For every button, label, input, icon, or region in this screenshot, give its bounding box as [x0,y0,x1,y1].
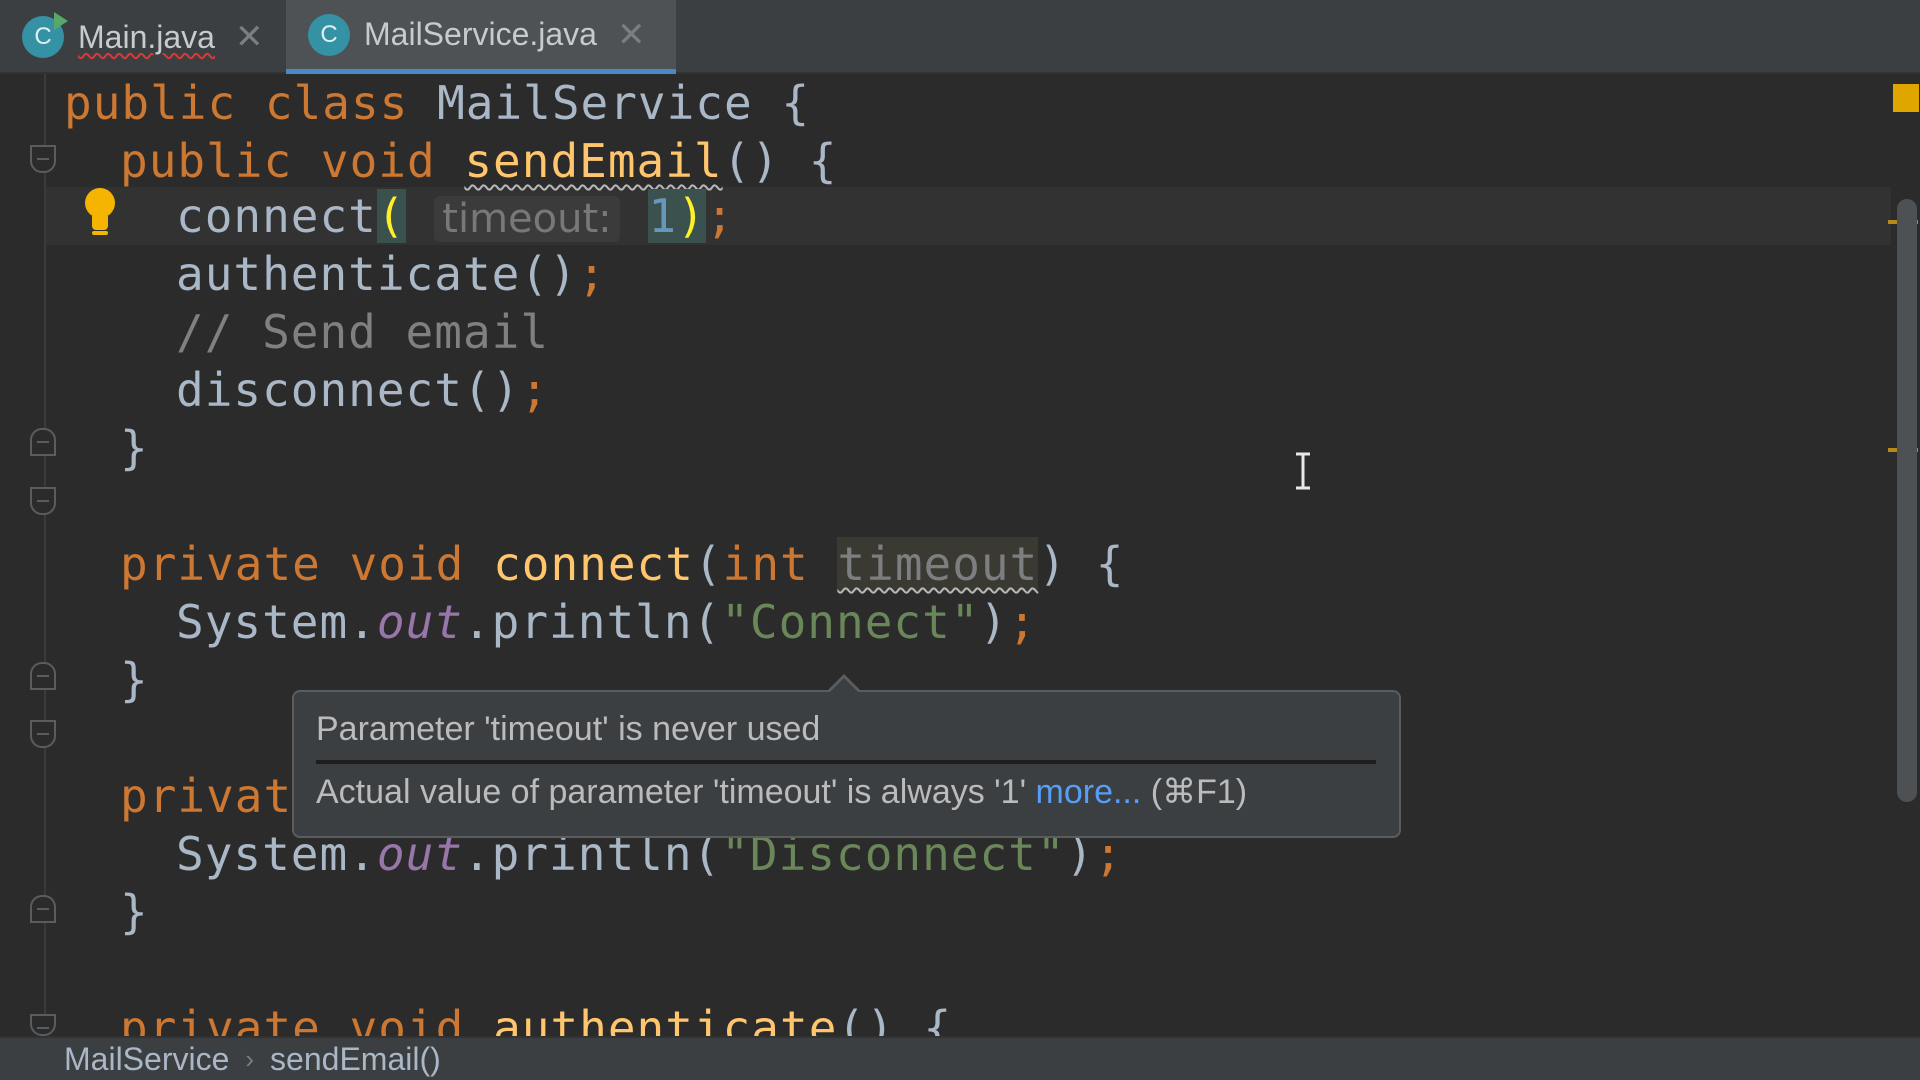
code-line-2: public void sendEmail() { [120,134,838,188]
vertical-scrollbar[interactable] [1897,199,1917,802]
close-icon[interactable]: ✕ [235,20,264,54]
close-icon[interactable]: ✕ [617,18,646,52]
code-line-13: } [120,885,149,939]
inspection-status-icon[interactable] [1893,84,1919,112]
fold-collapse-icon[interactable] [30,487,56,515]
class-c-icon: C [22,12,68,58]
fold-expand-icon[interactable] [30,428,56,456]
code-line-6: disconnect(); [176,363,550,417]
chevron-right-icon: › [245,1043,255,1074]
parameter-hint: timeout: [434,196,620,242]
tab-mailservice-java[interactable]: C MailService.java ✕ [286,0,676,74]
code-line-3: connect( timeout: 1); [176,189,735,243]
code-line-5: // Send email [176,305,550,359]
breadcrumb-item-class[interactable]: MailService [64,1041,229,1078]
breadcrumb-item-method[interactable]: sendEmail() [270,1041,441,1078]
tooltip-divider [316,760,1376,764]
lightbulb-icon[interactable] [82,188,118,238]
tooltip-description: Actual value of parameter 'timeout' is a… [316,773,1248,811]
code-editor[interactable]: public class MailService { public void s… [0,74,1920,1055]
tab-label: MailService.java [364,16,597,52]
code-line-1: public class MailService { [64,76,811,130]
fold-collapse-icon[interactable] [30,145,56,173]
fold-collapse-icon[interactable] [30,1014,56,1036]
breadcrumb: MailService › sendEmail() [0,1036,1920,1080]
class-c-icon: C [308,13,350,56]
editor-tab-bar: C Main.java ✕ C MailService.java ✕ [0,0,1920,74]
code-line-10: } [120,653,149,707]
code-line-9: System.out.println("Connect"); [176,595,1037,649]
tooltip-title: Parameter 'timeout' is never used [316,710,821,748]
fold-expand-icon[interactable] [30,895,56,923]
code-line-7: } [120,421,149,475]
unused-parameter[interactable]: timeout [837,537,1039,591]
more-link[interactable]: more... [1036,773,1142,811]
code-line-8: private void connect(int timeout) { [120,537,1125,591]
text-cursor-icon [1296,452,1310,490]
tab-main-java[interactable]: C Main.java ✕ [0,0,285,74]
tab-label: Main.java [78,18,215,55]
inspection-tooltip: Parameter 'timeout' is never used Actual… [292,674,1401,838]
run-icon [54,12,68,30]
fold-collapse-icon[interactable] [30,720,56,748]
code-line-4: authenticate(); [176,247,607,301]
fold-expand-icon[interactable] [30,662,56,690]
